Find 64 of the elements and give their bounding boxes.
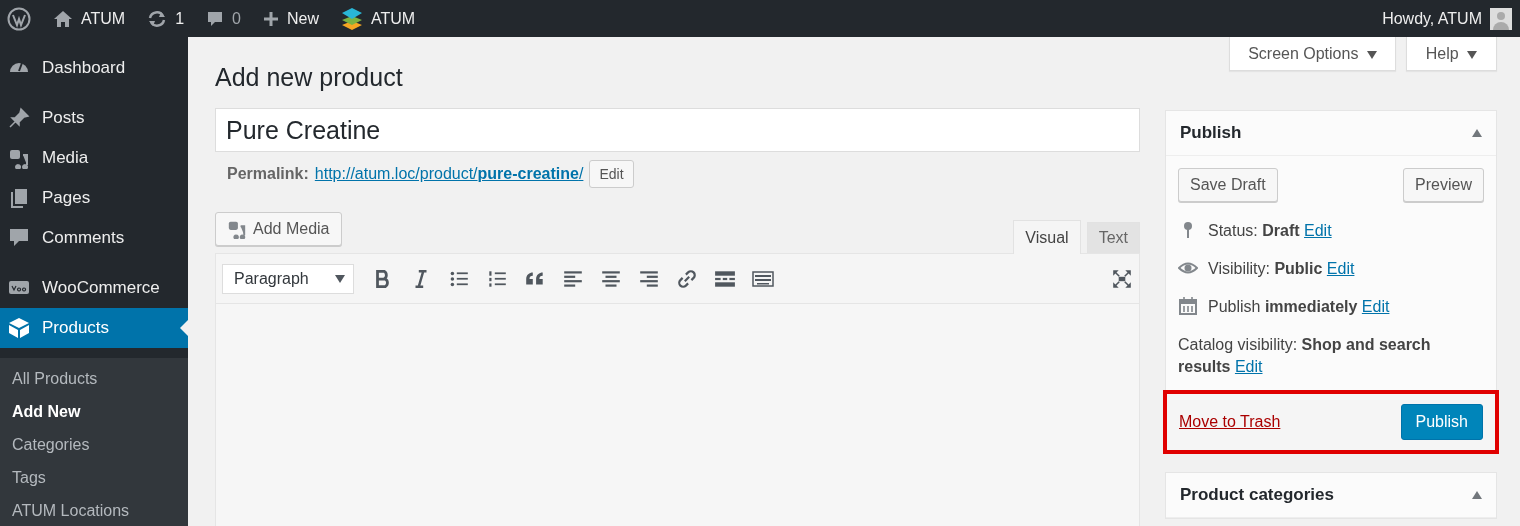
comment-icon: [8, 227, 30, 249]
pages-icon: [8, 187, 30, 209]
status-text: Visibility: Public Edit: [1208, 259, 1356, 279]
editor-tab[interactable]: Text: [1086, 222, 1140, 253]
sidebar-item[interactable]: Media: [0, 138, 188, 178]
wordpress-logo[interactable]: [7, 6, 31, 31]
edit-link[interactable]: Edit: [1361, 298, 1390, 315]
collapse-icon[interactable]: [1472, 129, 1482, 137]
submenu-item[interactable]: Tags: [0, 461, 188, 494]
sidebar-item[interactable]: Pages: [0, 178, 188, 218]
permalink-label: Permalink:: [227, 165, 309, 183]
add-media-button[interactable]: Add Media: [215, 212, 342, 246]
sidebar-item[interactable]: Posts: [0, 98, 188, 138]
panel-title: Publish: [1180, 123, 1242, 143]
submenu-item[interactable]: Add New: [0, 395, 188, 428]
caret-icon: [1366, 50, 1377, 59]
submenu-item[interactable]: ATUM Locations: [0, 494, 188, 526]
sidebar-item[interactable]: WooCommerce: [0, 268, 188, 308]
edit-link[interactable]: Edit: [1304, 222, 1332, 239]
preview-button[interactable]: Preview: [1403, 168, 1484, 202]
plugin-link[interactable]: ATUM: [370, 9, 416, 28]
fullscreen-icon[interactable]: [1111, 267, 1133, 290]
layers-logo[interactable]: [340, 6, 363, 31]
edit-link[interactable]: Edit: [1326, 260, 1355, 277]
comments-count[interactable]: 0: [232, 9, 241, 28]
screen-options-button[interactable]: Screen Options: [1229, 37, 1396, 71]
edit-link[interactable]: Edit: [1234, 358, 1263, 375]
box-icon: [8, 317, 30, 339]
comment-icon[interactable]: [206, 9, 225, 28]
caret-icon: [1467, 50, 1478, 59]
save-draft-button[interactable]: Save Draft: [1178, 168, 1278, 202]
avatar-icon[interactable]: [1490, 7, 1512, 30]
new-link[interactable]: New: [286, 9, 319, 28]
status-text: Status: Draft Edit: [1208, 221, 1333, 241]
permalink-link[interactable]: http://atum.loc/product/pure-creatine/: [314, 165, 584, 183]
trash-link[interactable]: Move to Trash: [1179, 413, 1281, 431]
sidebar-item[interactable]: Dashboard: [0, 48, 188, 88]
plus-icon[interactable]: [262, 10, 279, 27]
publish-button[interactable]: Publish: [1400, 404, 1483, 440]
format-dropdown[interactable]: Paragraph: [222, 263, 354, 294]
sidebar-item[interactable]: Comments: [0, 218, 188, 258]
pin-icon: [8, 107, 30, 129]
greeting-text[interactable]: Howdy, ATUM: [1382, 9, 1482, 28]
site-link[interactable]: ATUM: [81, 9, 126, 28]
submenu-item[interactable]: Categories: [0, 428, 188, 461]
editor-tab[interactable]: Visual: [1013, 220, 1081, 254]
edit-permalink-button[interactable]: Edit: [589, 160, 634, 188]
sidebar-item[interactable]: Products: [0, 308, 188, 348]
link-icon[interactable]: [676, 267, 698, 290]
status-text: Catalog visibility: Shop and search results Edit: [1178, 335, 1432, 377]
refresh-icon[interactable]: [147, 9, 168, 28]
updates-count[interactable]: 1: [175, 9, 185, 28]
status-text: Publish immediately Edit: [1208, 297, 1391, 317]
submenu-item[interactable]: All Products: [0, 362, 188, 395]
collapse-icon[interactable]: [1472, 491, 1482, 499]
title-field[interactable]: Pure Creatine: [215, 108, 1140, 152]
page-title: Add new product: [215, 62, 404, 93]
media-icon: [227, 219, 247, 239]
calendar-icon: [1178, 296, 1198, 316]
home-icon[interactable]: [53, 9, 73, 28]
help-button[interactable]: Help: [1406, 37, 1497, 71]
caret-icon: [335, 274, 345, 283]
panel-title: Product categories: [1180, 485, 1334, 505]
media-icon: [8, 147, 30, 169]
